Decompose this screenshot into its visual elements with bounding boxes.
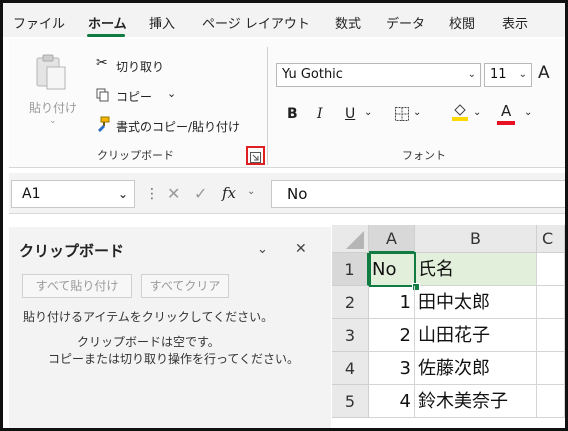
cell-a5[interactable]: 4 — [369, 385, 415, 418]
clipboard-empty-message: クリップボードは空です。 — [77, 335, 220, 349]
ribbon — [9, 39, 565, 168]
chevron-down-icon: ⌄ — [117, 187, 128, 201]
formula-input[interactable]: No — [271, 180, 565, 208]
underline-button[interactable]: U — [345, 106, 355, 122]
fill-color-icon[interactable] — [451, 102, 469, 122]
tab-review[interactable]: 校閲 — [449, 13, 475, 32]
select-all-triangle-icon — [346, 231, 364, 249]
group-separator — [267, 47, 268, 165]
enter-icon[interactable]: ✓ — [194, 184, 207, 203]
scissors-icon: ✂ — [96, 55, 108, 71]
copy-button[interactable]: コピー — [116, 88, 152, 105]
font-size-combobox[interactable]: 11 ⌄ — [484, 63, 532, 87]
bold-button[interactable]: B — [287, 106, 298, 122]
column-header-c[interactable]: C — [537, 225, 565, 253]
column-header-a[interactable]: A — [369, 225, 415, 253]
active-tab-indicator — [87, 34, 125, 37]
cell-b2[interactable]: 田中太郎 — [415, 286, 537, 319]
tab-page-layout[interactable]: ページ レイアウト — [202, 13, 310, 32]
font-color-dropdown-icon[interactable]: ⌄ — [524, 107, 532, 118]
function-dropdown-icon[interactable]: ⌄ — [247, 186, 255, 197]
font-size-value: 11 — [490, 67, 507, 82]
font-color-swatch — [497, 121, 515, 125]
excel-window: ファイル ホーム 挿入 ページ レイアウト 数式 データ 校閲 表示 貼り付け … — [0, 0, 568, 431]
cell-c4[interactable] — [537, 352, 565, 385]
cell-b1[interactable]: 氏名 — [415, 253, 537, 286]
cell-c1[interactable] — [537, 253, 565, 286]
formula-input-value: No — [287, 185, 308, 203]
copy-dropdown-icon[interactable]: ⌄ — [167, 87, 176, 100]
font-color-button[interactable]: A — [501, 102, 511, 120]
paste-all-button[interactable]: すべて貼り付け — [22, 274, 132, 298]
cancel-icon[interactable]: ✕ — [167, 184, 180, 203]
cell-a2[interactable]: 1 — [369, 286, 415, 319]
tab-view[interactable]: 表示 — [502, 13, 528, 32]
cut-button[interactable]: 切り取り — [116, 58, 164, 75]
clipboard-group-label: クリップボード — [97, 149, 174, 162]
paste-dropdown-icon: ⌄ — [49, 116, 57, 126]
cell-c3[interactable] — [537, 319, 565, 352]
tab-data[interactable]: データ — [386, 13, 425, 32]
column-header-b[interactable]: B — [415, 225, 537, 253]
more-options-icon[interactable]: ⋮ — [145, 186, 159, 202]
cell-a3[interactable]: 2 — [369, 319, 415, 352]
cell-a4[interactable]: 3 — [369, 352, 415, 385]
clipboard-dialog-launcher-icon[interactable] — [249, 149, 262, 163]
row-header-4[interactable]: 4 — [332, 352, 369, 385]
chevron-down-icon: ⌄ — [518, 69, 527, 80]
select-all-corner[interactable] — [332, 225, 369, 253]
format-painter-icon — [95, 116, 111, 132]
name-box[interactable]: A1 ⌄ — [11, 180, 135, 208]
borders-icon[interactable] — [394, 106, 410, 122]
paste-icon — [36, 54, 66, 90]
underline-dropdown-icon[interactable]: ⌄ — [364, 107, 372, 118]
tab-formulas[interactable]: 数式 — [335, 13, 361, 32]
font-group-label: フォント — [402, 149, 446, 162]
row-header-1[interactable]: 1 — [332, 253, 369, 286]
cell-b5[interactable]: 鈴木美奈子 — [415, 385, 537, 418]
cell-c5[interactable] — [537, 385, 565, 418]
tab-file[interactable]: ファイル — [13, 13, 65, 32]
borders-dropdown-icon[interactable]: ⌄ — [413, 107, 421, 118]
close-icon[interactable]: ✕ — [295, 241, 307, 257]
paste-label: 貼り付け — [29, 101, 78, 115]
cell-c2[interactable] — [537, 286, 565, 319]
name-box-value: A1 — [22, 186, 41, 202]
tab-insert[interactable]: 挿入 — [149, 13, 175, 32]
clipboard-instruction: 貼り付けるアイテムをクリックしてください。 — [23, 310, 274, 324]
insert-function-button[interactable]: fx — [222, 184, 236, 202]
cell-b4[interactable]: 佐藤次郎 — [415, 352, 537, 385]
active-cell-border — [369, 252, 416, 287]
format-painter-button[interactable]: 書式のコピー/貼り付け — [116, 118, 240, 135]
font-name-value: Yu Gothic — [282, 67, 343, 82]
clear-all-button[interactable]: すべてクリア — [141, 274, 229, 298]
grow-font-button[interactable]: A — [538, 63, 550, 83]
italic-button[interactable]: I — [317, 106, 323, 122]
cell-b3[interactable]: 山田花子 — [415, 319, 537, 352]
clipboard-empty-hint: コピーまたは切り取り操作を行ってください。 — [48, 352, 300, 366]
row-header-2[interactable]: 2 — [332, 286, 369, 319]
clipboard-pane-title: クリップボード — [19, 242, 125, 260]
row-header-3[interactable]: 3 — [332, 319, 369, 352]
tab-home[interactable]: ホーム — [88, 13, 127, 32]
paste-button[interactable]: 貼り付け ⌄ — [29, 53, 77, 133]
copy-icon — [96, 87, 110, 102]
pane-options-chevron-icon[interactable]: ⌄ — [257, 242, 268, 257]
font-name-combobox[interactable]: Yu Gothic ⌄ — [276, 63, 481, 87]
row-header-5[interactable]: 5 — [332, 385, 369, 418]
ribbon-tab-bar: ファイル ホーム 挿入 ページ レイアウト 数式 データ 校閲 表示 — [3, 3, 565, 37]
chevron-down-icon: ⌄ — [467, 69, 476, 80]
fill-color-dropdown-icon[interactable]: ⌄ — [473, 107, 481, 118]
